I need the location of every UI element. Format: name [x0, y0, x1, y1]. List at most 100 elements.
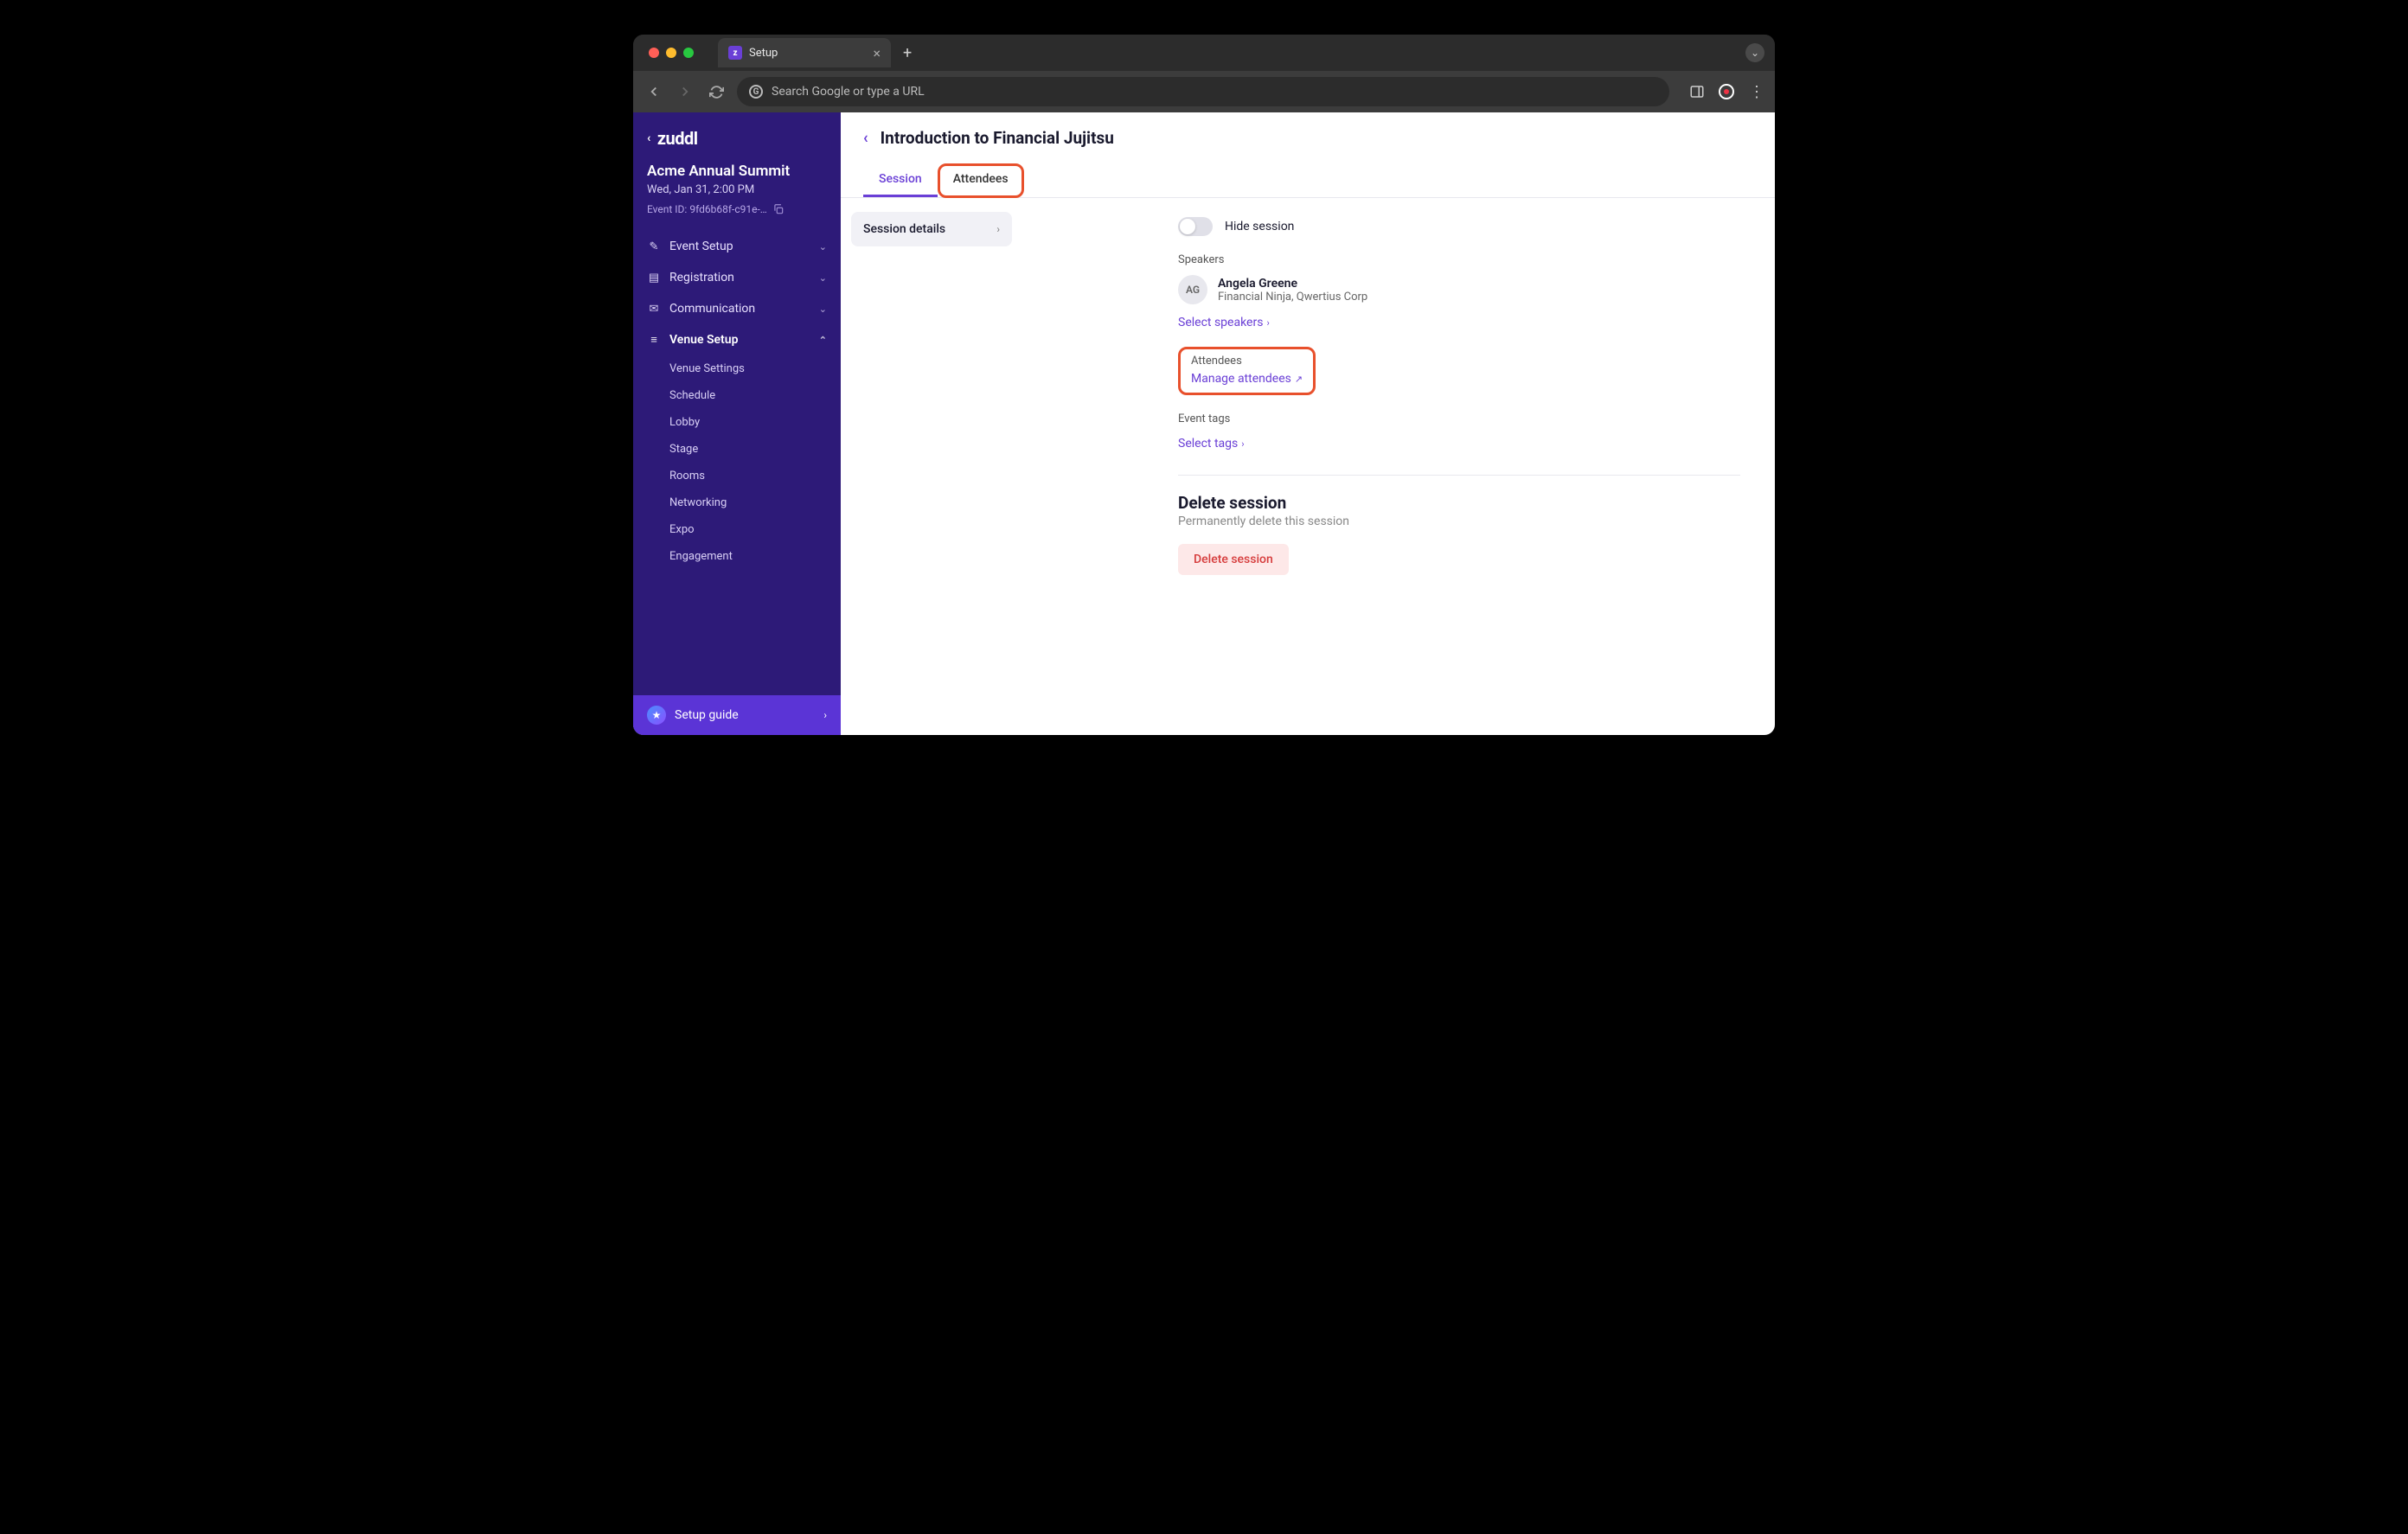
subnav-session-details[interactable]: Session details › — [851, 212, 1012, 246]
sidebar-subitem-rooms[interactable]: Rooms — [669, 463, 841, 489]
chevron-down-icon: ⌄ — [819, 272, 827, 284]
main-content: ‹ Introduction to Financial Jujitsu Sess… — [841, 112, 1775, 735]
page-title: Introduction to Financial Jujitsu — [881, 128, 1114, 148]
page-body: Session details › Hide session Speakers … — [841, 198, 1775, 735]
attendees-label: Attendees — [1191, 355, 1303, 368]
page-title-row: ‹ Introduction to Financial Jujitsu — [863, 128, 1752, 148]
address-bar[interactable]: G Search Google or type a URL — [737, 77, 1669, 106]
sidebar-subitem-stage[interactable]: Stage — [669, 436, 841, 463]
delete-subtitle: Permanently delete this session — [1178, 515, 1740, 528]
logo-link[interactable]: ‹ zuddl — [647, 128, 827, 149]
sidebar-header: ‹ zuddl Acme Annual Summit Wed, Jan 31, … — [633, 112, 841, 224]
sidebar-item-event-setup[interactable]: ✎ Event Setup ⌄ — [633, 231, 841, 262]
tab-session[interactable]: Session — [863, 163, 938, 197]
mail-icon: ✉ — [647, 302, 661, 316]
speakers-label: Speakers — [1178, 253, 1740, 266]
menu-icon[interactable]: ⋮ — [1747, 83, 1764, 100]
sidebar-item-label: Registration — [669, 271, 734, 284]
sidebar-subitem-expo[interactable]: Expo — [669, 516, 841, 543]
close-tab-button[interactable]: × — [873, 45, 881, 61]
external-link-icon: ↗ — [1295, 374, 1303, 385]
favicon-icon: z — [728, 46, 742, 60]
delete-session-button[interactable]: Delete session — [1178, 544, 1289, 575]
event-name: Acme Annual Summit — [647, 163, 827, 180]
copy-icon[interactable] — [772, 203, 785, 215]
chevron-up-icon: ⌃ — [819, 335, 827, 346]
subnav: Session details › — [841, 198, 1022, 735]
tab-attendees[interactable]: Attendees — [938, 163, 1024, 198]
attendees-section: Attendees Manage attendees ↗ — [1178, 347, 1740, 395]
avatar: AG — [1178, 275, 1207, 304]
sidebar-item-label: Event Setup — [669, 240, 733, 253]
speaker-name: Angela Greene — [1218, 277, 1367, 291]
speaker-info: Angela Greene Financial Ninja, Qwertius … — [1218, 277, 1367, 304]
close-window-button[interactable] — [649, 48, 659, 58]
event-id-text: Event ID: 9fd6b68f-c91e-… — [647, 203, 767, 215]
event-tags-section: Event tags Select tags › — [1178, 412, 1740, 451]
chevron-right-icon: › — [996, 223, 1000, 235]
chevron-right-icon: › — [1241, 438, 1244, 450]
link-text: Select speakers — [1178, 316, 1263, 329]
content-panel: Hide session Speakers AG Angela Greene F… — [1022, 198, 1775, 735]
new-tab-button[interactable]: + — [903, 44, 912, 62]
form-icon: ▤ — [647, 271, 661, 284]
select-tags-link[interactable]: Select tags › — [1178, 437, 1245, 451]
back-link[interactable]: ‹ — [863, 129, 868, 147]
reload-button[interactable] — [706, 81, 727, 102]
star-icon: ★ — [647, 706, 666, 725]
sidebar-subitem-networking[interactable]: Networking — [669, 489, 841, 516]
hide-session-row: Hide session — [1178, 217, 1740, 236]
event-date: Wed, Jan 31, 2:00 PM — [647, 183, 827, 196]
subnav-label: Session details — [863, 222, 945, 236]
minimize-window-button[interactable] — [666, 48, 676, 58]
chevron-down-icon: ⌄ — [819, 304, 827, 315]
sidebar-subitem-venue-settings[interactable]: Venue Settings — [669, 355, 841, 382]
forward-button[interactable] — [675, 81, 695, 102]
chevron-right-icon: › — [823, 709, 827, 721]
hide-session-toggle[interactable] — [1178, 217, 1213, 236]
page-header: ‹ Introduction to Financial Jujitsu Sess… — [841, 112, 1775, 198]
wand-icon: ✎ — [647, 240, 661, 253]
speaker-role: Financial Ninja, Qwertius Corp — [1218, 291, 1367, 304]
tab-dropdown-button[interactable]: ⌄ — [1745, 43, 1764, 62]
delete-title: Delete session — [1178, 493, 1740, 513]
toolbar-right-icons: ⋮ — [1688, 83, 1764, 100]
window-controls — [642, 48, 701, 58]
sidebar: ‹ zuddl Acme Annual Summit Wed, Jan 31, … — [633, 112, 841, 735]
chevron-right-icon: › — [1266, 317, 1269, 329]
chevron-left-icon: ‹ — [647, 131, 650, 145]
profile-icon[interactable] — [1718, 83, 1735, 100]
event-tags-label: Event tags — [1178, 412, 1740, 425]
setup-guide-button[interactable]: ★ Setup guide › — [633, 695, 841, 735]
maximize-window-button[interactable] — [683, 48, 694, 58]
sidebar-subitem-lobby[interactable]: Lobby — [669, 409, 841, 436]
hide-session-label: Hide session — [1225, 220, 1294, 233]
omnibox-placeholder: Search Google or type a URL — [772, 85, 925, 99]
manage-attendees-link[interactable]: Manage attendees ↗ — [1191, 372, 1303, 386]
sidebar-item-communication[interactable]: ✉ Communication ⌄ — [633, 293, 841, 324]
sidebar-submenu-venue: Venue Settings Schedule Lobby Stage Room… — [633, 355, 841, 570]
page-tabs: Session Attendees — [863, 163, 1752, 197]
browser-toolbar: G Search Google or type a URL ⋮ — [633, 71, 1775, 112]
browser-tabbar: z Setup × + ⌄ — [633, 35, 1775, 71]
panel-icon[interactable] — [1688, 83, 1706, 100]
browser-window: z Setup × + ⌄ G Search Google or type a … — [633, 35, 1775, 735]
select-speakers-link[interactable]: Select speakers › — [1178, 316, 1270, 329]
chevron-down-icon: ⌄ — [819, 241, 827, 252]
browser-tab[interactable]: z Setup × — [718, 38, 891, 67]
sidebar-item-label: Venue Setup — [669, 333, 738, 347]
back-button[interactable] — [644, 81, 664, 102]
speaker-row: AG Angela Greene Financial Ninja, Qwerti… — [1178, 275, 1740, 304]
sidebar-item-venue-setup[interactable]: ≡ Venue Setup ⌃ — [633, 324, 841, 355]
sidebar-subitem-engagement[interactable]: Engagement — [669, 543, 841, 570]
speakers-section: Speakers AG Angela Greene Financial Ninj… — [1178, 253, 1740, 329]
venue-icon: ≡ — [647, 333, 661, 347]
logo-text: zuddl — [657, 128, 698, 149]
setup-guide-label: Setup guide — [675, 708, 739, 722]
divider — [1178, 475, 1740, 476]
search-engine-icon: G — [749, 85, 763, 99]
sidebar-item-label: Communication — [669, 302, 755, 316]
sidebar-item-registration[interactable]: ▤ Registration ⌄ — [633, 262, 841, 293]
link-text: Manage attendees — [1191, 372, 1291, 386]
sidebar-subitem-schedule[interactable]: Schedule — [669, 382, 841, 409]
